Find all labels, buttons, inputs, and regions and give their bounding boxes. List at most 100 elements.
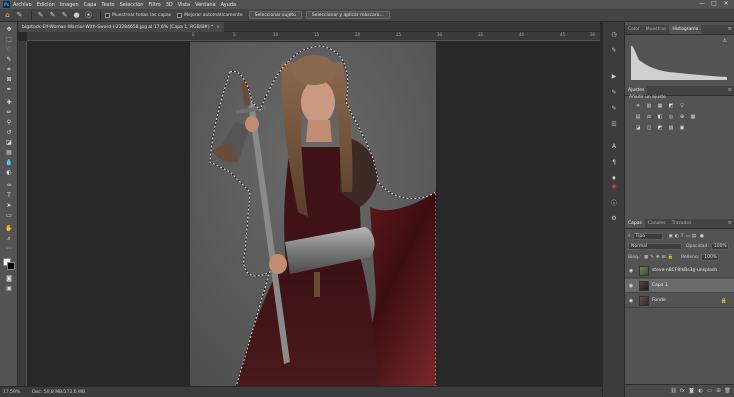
filter-shape-icon[interactable]: ▭ [685,234,689,239]
delete-layer-icon[interactable]: 🗑 [723,388,732,394]
levels-icon[interactable]: ▥ [644,102,654,109]
subtract-selection-icon[interactable]: ✎ [60,11,69,20]
layer-row[interactable]: ◉ steve-n8CF8IkBs3g-unsplash [625,264,734,278]
zoom-level[interactable]: 17,59% [3,390,20,395]
color-balance-icon[interactable]: ⚖ [644,113,654,120]
layer-lock-icon[interactable]: 🔒 [721,298,727,304]
add-to-selection-icon[interactable]: ✎ [48,11,57,20]
menu-item-3d[interactable]: 3D [166,2,173,8]
lock-all-icon[interactable]: 🔒 [668,255,674,260]
layer-comps-icon[interactable]: ✎ [609,104,619,113]
background-color-swatch[interactable] [7,262,15,270]
menu-item-archivo[interactable]: Archivo [13,2,32,8]
visibility-eye-icon[interactable]: ◉ [627,283,635,289]
new-layer-icon[interactable]: ⊞ [714,388,723,394]
menu-item-ayuda[interactable]: Ayuda [221,2,236,8]
fill-field[interactable]: 100% [701,253,720,261]
blur-tool-icon[interactable]: 💧 [3,158,15,167]
info-icon[interactable]: ⓘ [609,198,619,207]
paragraph-icon[interactable]: ¶ [609,158,619,167]
tab-channels[interactable]: Canales [645,219,669,228]
clone-stamp-tool-icon[interactable]: ⚲ [3,118,15,127]
document-tab[interactable]: bigstock-Elf-Woman-Warrior-With-Sword-I-… [18,22,225,32]
tab-adjustments[interactable]: Ajustes [625,86,648,95]
invert-icon[interactable]: ◪ [633,124,643,131]
marquee-tool-icon[interactable]: ⬚ [3,35,15,44]
blend-mode-select[interactable]: Normal [628,242,682,250]
dodge-tool-icon[interactable]: ◐ [3,168,15,177]
panel-menu-icon[interactable]: ≡ [728,220,732,226]
brush-angle-icon[interactable]: ⦿ [84,11,93,20]
black-white-icon[interactable]: ◧ [655,113,665,120]
quick-selection-tool-icon[interactable]: ✎ [3,55,15,64]
auto-enhance-checkbox[interactable]: Mejorar automáticamente [177,12,243,18]
pen-tool-icon[interactable]: ✑ [3,181,15,190]
vertical-ruler[interactable] [18,41,27,386]
history-brush-tool-icon[interactable]: ↺ [3,128,15,137]
navigator-icon[interactable]: ⚙ [609,214,619,223]
menu-item-edicion[interactable]: Edición [37,2,55,8]
brightness-contrast-icon[interactable]: ☀ [633,102,643,109]
hand-tool-icon[interactable]: ✋ [3,224,15,233]
hue-saturation-icon[interactable]: ▤ [633,113,643,120]
crop-tool-icon[interactable]: ⌗ [3,65,15,74]
rectangle-tool-icon[interactable]: ▭ [3,211,15,220]
menu-item-capa[interactable]: Capa [84,2,97,8]
threshold-icon[interactable]: ◩ [655,124,665,131]
screen-mode-icon[interactable]: ▣ [3,284,15,293]
canvas-area[interactable] [27,41,600,386]
posterize-icon[interactable]: ◫ [644,124,654,131]
lasso-tool-icon[interactable]: ➰ [3,45,15,54]
brush-settings-icon[interactable]: ✎ [609,46,619,55]
exposure-icon[interactable]: ◩ [666,102,676,109]
select-and-mask-button[interactable]: Seleccionar y aplicar máscara... [305,11,390,19]
quick-selection-tool-icon[interactable]: ✎ [15,11,24,20]
warning-icon[interactable]: ⚠ [723,38,727,44]
photo-filter-icon[interactable]: ◎ [666,113,676,120]
panel-menu-icon[interactable]: ≡ [728,26,732,32]
new-group-icon[interactable]: ▭ [705,388,714,394]
adjustment-brush-icon[interactable]: ✎ [609,88,619,97]
filter-pixel-icon[interactable]: ▣ [669,234,673,239]
eraser-tool-icon[interactable]: ◪ [3,138,15,147]
layer-style-icon[interactable]: fx [678,388,687,394]
close-icon[interactable]: ✕ [720,0,732,9]
tab-histogram[interactable]: Histograma [669,25,702,34]
tab-paths[interactable]: Trazados [669,219,695,228]
history-panel-icon[interactable]: ◷ [609,30,619,39]
gradient-tool-icon[interactable]: ▤ [3,148,15,157]
move-tool-icon[interactable]: ✥ [3,25,15,34]
lock-transparent-icon[interactable]: ▦ [644,255,648,260]
panel-menu-icon[interactable]: ≡ [728,87,732,93]
layer-kind-filter[interactable]: Tipo [632,232,663,240]
eyedropper-tool-icon[interactable]: ✒ [3,85,15,94]
type-tool-icon[interactable]: T [3,191,15,200]
menu-item-texto[interactable]: Texto [101,2,114,8]
curves-icon[interactable]: ▦ [655,102,665,109]
brush-size-icon[interactable]: ● [72,11,81,20]
tab-color[interactable]: Color [625,25,643,34]
play-actions-icon[interactable]: ▶ [609,72,619,81]
zoom-tool-icon[interactable]: ⌕ [3,234,15,243]
brush-tool-icon[interactable]: ✏ [3,108,15,117]
healing-brush-tool-icon[interactable]: ✚ [3,98,15,107]
filter-toggle-icon[interactable]: ● [700,234,704,239]
visibility-eye-icon[interactable]: ◉ [627,298,635,304]
menu-item-imagen[interactable]: Imagen [60,2,79,8]
selective-color-icon[interactable]: ▨ [666,124,676,131]
menu-item-filtro[interactable]: Filtro [148,2,160,8]
frame-tool-icon[interactable]: ⊠ [3,75,15,84]
close-tab-icon[interactable]: × [216,25,220,30]
menu-item-seleccion[interactable]: Selección [120,2,144,8]
character-icon[interactable]: A [609,142,619,151]
visibility-eye-icon[interactable]: ◉ [627,268,635,274]
lock-position-icon[interactable]: ✥ [656,255,660,260]
filter-adjust-icon[interactable]: ◐ [675,234,679,239]
tab-layers[interactable]: Capas [625,219,645,228]
add-mask-icon[interactable]: ◙ [687,388,696,394]
document-canvas[interactable] [190,42,436,386]
menu-item-vista[interactable]: Vista [178,2,190,8]
more-tools-icon[interactable]: ⋯ [3,244,15,253]
gradient-map-icon[interactable]: ▣ [677,124,687,131]
quick-mask-icon[interactable]: ◙ [3,274,15,283]
